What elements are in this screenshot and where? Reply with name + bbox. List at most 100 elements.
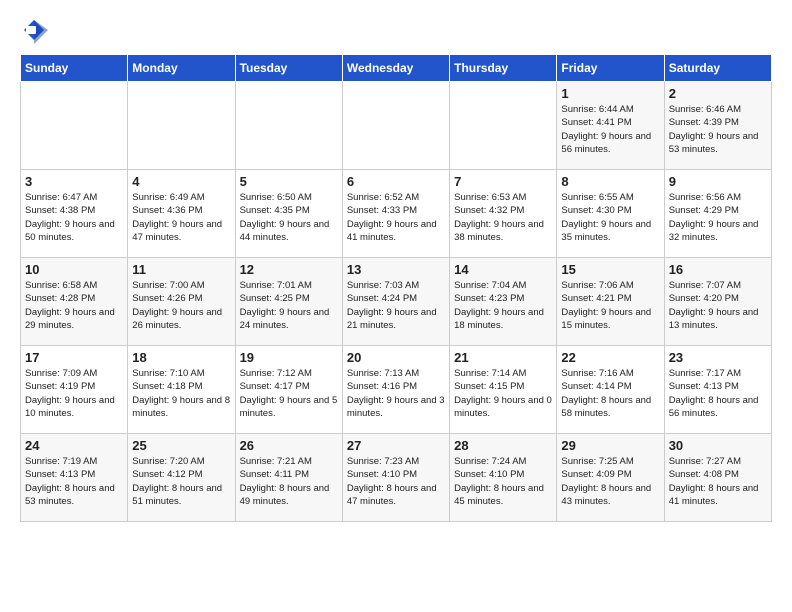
week-row-1: 1 Sunrise: 6:44 AM Sunset: 4:41 PM Daylig… <box>21 82 772 170</box>
day-info: Sunrise: 7:24 AM Sunset: 4:10 PM Dayligh… <box>454 455 552 508</box>
day-info: Sunrise: 6:53 AM Sunset: 4:32 PM Dayligh… <box>454 191 552 244</box>
day-cell <box>128 82 235 170</box>
day-cell: 3Sunrise: 6:47 AM Sunset: 4:38 PM Daylig… <box>21 170 128 258</box>
day-cell: 16 Sunrise: 7:07 AM Sunset: 4:20 PM Dayli… <box>664 258 771 346</box>
day-number: 16 <box>669 262 767 277</box>
day-cell: 5 Sunrise: 6:50 AM Sunset: 4:35 PM Daylig… <box>235 170 342 258</box>
day-number: 13 <box>347 262 445 277</box>
day-number: 24 <box>25 438 123 453</box>
day-number: 7 <box>454 174 552 189</box>
weekday-header-thursday: Thursday <box>450 55 557 82</box>
day-cell: 11 Sunrise: 7:00 AM Sunset: 4:26 PM Dayli… <box>128 258 235 346</box>
day-info: Sunrise: 7:01 AM Sunset: 4:25 PM Dayligh… <box>240 279 338 332</box>
day-cell: 29 Sunrise: 7:25 AM Sunset: 4:09 PM Dayli… <box>557 434 664 522</box>
day-cell <box>450 82 557 170</box>
day-cell: 17 Sunrise: 7:09 AM Sunset: 4:19 PM Dayli… <box>21 346 128 434</box>
day-number: 8 <box>561 174 659 189</box>
day-info: Sunrise: 7:07 AM Sunset: 4:20 PM Dayligh… <box>669 279 767 332</box>
logo <box>20 16 50 44</box>
week-row-5: 24 Sunrise: 7:19 AM Sunset: 4:13 PM Dayli… <box>21 434 772 522</box>
day-number: 25 <box>132 438 230 453</box>
day-number: 14 <box>454 262 552 277</box>
weekday-header-tuesday: Tuesday <box>235 55 342 82</box>
day-number: 26 <box>240 438 338 453</box>
day-number: 9 <box>669 174 767 189</box>
day-cell: 9 Sunrise: 6:56 AM Sunset: 4:29 PM Daylig… <box>664 170 771 258</box>
day-info: Sunrise: 7:10 AM Sunset: 4:18 PM Dayligh… <box>132 367 230 420</box>
weekday-header-sunday: Sunday <box>21 55 128 82</box>
day-number: 20 <box>347 350 445 365</box>
day-number: 4 <box>132 174 230 189</box>
week-row-2: 3Sunrise: 6:47 AM Sunset: 4:38 PM Daylig… <box>21 170 772 258</box>
day-cell: 1 Sunrise: 6:44 AM Sunset: 4:41 PM Daylig… <box>557 82 664 170</box>
day-info: Sunrise: 7:27 AM Sunset: 4:08 PM Dayligh… <box>669 455 767 508</box>
day-info: Sunrise: 6:56 AM Sunset: 4:29 PM Dayligh… <box>669 191 767 244</box>
day-cell: 10Sunrise: 6:58 AM Sunset: 4:28 PM Dayli… <box>21 258 128 346</box>
page: SundayMondayTuesdayWednesdayThursdayFrid… <box>0 0 792 538</box>
day-cell <box>342 82 449 170</box>
day-info: Sunrise: 6:55 AM Sunset: 4:30 PM Dayligh… <box>561 191 659 244</box>
day-number: 22 <box>561 350 659 365</box>
day-number: 1 <box>561 86 659 101</box>
day-cell: 15Sunrise: 7:06 AM Sunset: 4:21 PM Dayli… <box>557 258 664 346</box>
calendar: SundayMondayTuesdayWednesdayThursdayFrid… <box>20 54 772 522</box>
day-cell: 14 Sunrise: 7:04 AM Sunset: 4:23 PM Dayli… <box>450 258 557 346</box>
weekday-header-monday: Monday <box>128 55 235 82</box>
day-cell: 2 Sunrise: 6:46 AM Sunset: 4:39 PM Daylig… <box>664 82 771 170</box>
day-cell <box>235 82 342 170</box>
day-number: 11 <box>132 262 230 277</box>
day-number: 30 <box>669 438 767 453</box>
day-cell: 19 Sunrise: 7:12 AM Sunset: 4:17 PM Dayli… <box>235 346 342 434</box>
day-number: 23 <box>669 350 767 365</box>
day-info: Sunrise: 7:09 AM Sunset: 4:19 PM Dayligh… <box>25 367 123 420</box>
day-cell: 25Sunrise: 7:20 AM Sunset: 4:12 PM Dayli… <box>128 434 235 522</box>
day-cell <box>21 82 128 170</box>
day-info: Sunrise: 7:12 AM Sunset: 4:17 PM Dayligh… <box>240 367 338 420</box>
day-info: Sunrise: 7:19 AM Sunset: 4:13 PM Dayligh… <box>25 455 123 508</box>
day-info: Sunrise: 6:52 AM Sunset: 4:33 PM Dayligh… <box>347 191 445 244</box>
day-info: Sunrise: 7:25 AM Sunset: 4:09 PM Dayligh… <box>561 455 659 508</box>
header <box>20 16 772 44</box>
day-info: Sunrise: 7:04 AM Sunset: 4:23 PM Dayligh… <box>454 279 552 332</box>
day-number: 6 <box>347 174 445 189</box>
day-number: 10 <box>25 262 123 277</box>
day-number: 19 <box>240 350 338 365</box>
day-cell: 8 Sunrise: 6:55 AM Sunset: 4:30 PM Daylig… <box>557 170 664 258</box>
day-cell: 24 Sunrise: 7:19 AM Sunset: 4:13 PM Dayli… <box>21 434 128 522</box>
day-info: Sunrise: 7:14 AM Sunset: 4:15 PM Dayligh… <box>454 367 552 420</box>
day-number: 29 <box>561 438 659 453</box>
day-cell: 12 Sunrise: 7:01 AM Sunset: 4:25 PM Dayli… <box>235 258 342 346</box>
day-cell: 26Sunrise: 7:21 AM Sunset: 4:11 PM Dayli… <box>235 434 342 522</box>
day-info: Sunrise: 6:47 AM Sunset: 4:38 PM Dayligh… <box>25 191 123 244</box>
day-number: 21 <box>454 350 552 365</box>
day-info: Sunrise: 7:00 AM Sunset: 4:26 PM Dayligh… <box>132 279 230 332</box>
day-number: 12 <box>240 262 338 277</box>
day-info: Sunrise: 6:44 AM Sunset: 4:41 PM Dayligh… <box>561 103 659 156</box>
day-info: Sunrise: 7:17 AM Sunset: 4:13 PM Dayligh… <box>669 367 767 420</box>
day-number: 28 <box>454 438 552 453</box>
day-cell: 21 Sunrise: 7:14 AM Sunset: 4:15 PM Dayli… <box>450 346 557 434</box>
day-cell: 20 Sunrise: 7:13 AM Sunset: 4:16 PM Dayli… <box>342 346 449 434</box>
weekday-header-friday: Friday <box>557 55 664 82</box>
day-info: Sunrise: 6:46 AM Sunset: 4:39 PM Dayligh… <box>669 103 767 156</box>
day-number: 5 <box>240 174 338 189</box>
day-info: Sunrise: 7:06 AM Sunset: 4:21 PM Dayligh… <box>561 279 659 332</box>
day-info: Sunrise: 7:13 AM Sunset: 4:16 PM Dayligh… <box>347 367 445 420</box>
day-cell: 4 Sunrise: 6:49 AM Sunset: 4:36 PM Daylig… <box>128 170 235 258</box>
weekday-header-wednesday: Wednesday <box>342 55 449 82</box>
day-cell: 13 Sunrise: 7:03 AM Sunset: 4:24 PM Dayli… <box>342 258 449 346</box>
day-info: Sunrise: 6:50 AM Sunset: 4:35 PM Dayligh… <box>240 191 338 244</box>
day-info: Sunrise: 7:16 AM Sunset: 4:14 PM Dayligh… <box>561 367 659 420</box>
day-number: 2 <box>669 86 767 101</box>
day-cell: 18Sunrise: 7:10 AM Sunset: 4:18 PM Dayli… <box>128 346 235 434</box>
week-row-3: 10Sunrise: 6:58 AM Sunset: 4:28 PM Dayli… <box>21 258 772 346</box>
day-cell: 23 Sunrise: 7:17 AM Sunset: 4:13 PM Dayli… <box>664 346 771 434</box>
day-number: 27 <box>347 438 445 453</box>
weekday-header-row: SundayMondayTuesdayWednesdayThursdayFrid… <box>21 55 772 82</box>
logo-icon <box>20 16 48 44</box>
day-cell: 30 Sunrise: 7:27 AM Sunset: 4:08 PM Dayli… <box>664 434 771 522</box>
day-info: Sunrise: 7:03 AM Sunset: 4:24 PM Dayligh… <box>347 279 445 332</box>
day-info: Sunrise: 6:49 AM Sunset: 4:36 PM Dayligh… <box>132 191 230 244</box>
day-number: 17 <box>25 350 123 365</box>
day-cell: 7 Sunrise: 6:53 AM Sunset: 4:32 PM Daylig… <box>450 170 557 258</box>
